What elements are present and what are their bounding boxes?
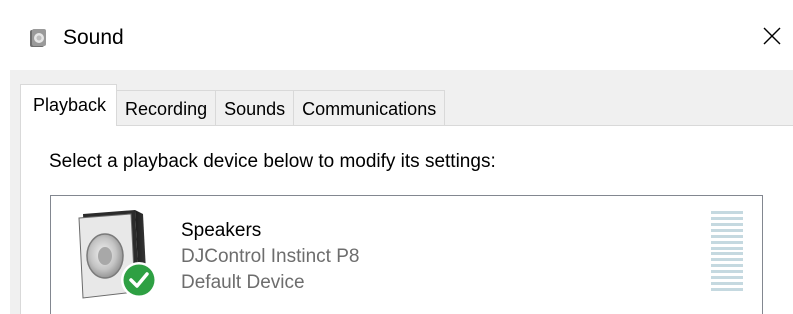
device-item-speakers[interactable]: Speakers DJControl Instinct P8 Default D… — [51, 196, 762, 314]
device-name: Speakers — [181, 220, 262, 241]
tab-sounds[interactable]: Sounds — [215, 90, 295, 126]
device-description: DJControl Instinct P8 — [181, 246, 360, 267]
volume-level-meter — [711, 211, 743, 291]
instruction-text: Select a playback device below to modify… — [49, 151, 496, 172]
level-segment — [711, 270, 743, 274]
window-title: Sound — [63, 26, 124, 49]
level-segment — [711, 216, 743, 220]
level-segment — [711, 211, 743, 214]
level-segment — [711, 287, 743, 291]
speaker-icon — [27, 27, 49, 49]
level-segment — [711, 246, 743, 250]
level-segment — [711, 252, 743, 256]
tab-strip: Playback Recording Sounds Communications — [20, 84, 446, 126]
level-segment — [711, 282, 743, 286]
level-segment — [711, 258, 743, 262]
close-icon — [761, 25, 783, 52]
level-segment — [711, 264, 743, 268]
sound-dialog: Sound Playback Recording Sounds Communic… — [0, 0, 793, 314]
tab-communications[interactable]: Communications — [293, 90, 446, 126]
device-status: Default Device — [181, 272, 305, 293]
level-segment — [711, 222, 743, 226]
level-segment — [711, 228, 743, 232]
level-segment — [711, 240, 743, 244]
close-button[interactable] — [756, 22, 788, 54]
tab-playback[interactable]: Playback — [20, 84, 118, 126]
level-segment — [711, 234, 743, 238]
default-check-icon — [119, 260, 159, 300]
device-list[interactable]: Speakers DJControl Instinct P8 Default D… — [50, 195, 763, 314]
tab-recording[interactable]: Recording — [116, 90, 217, 126]
level-segment — [711, 276, 743, 280]
title-bar: Sound — [0, 0, 793, 70]
